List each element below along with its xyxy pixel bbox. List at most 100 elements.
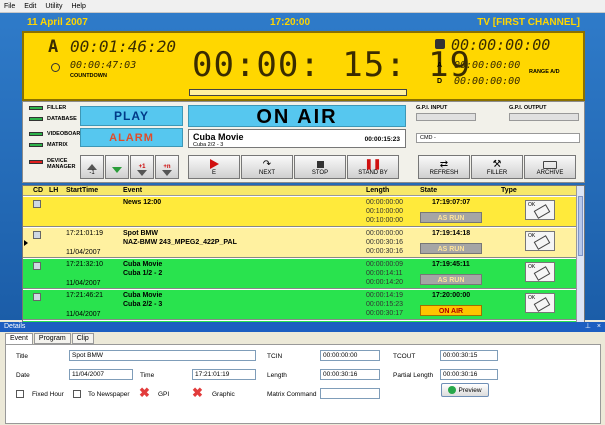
tab-event[interactable]: Event <box>5 333 33 344</box>
videoboard-indicator <box>29 132 43 136</box>
right-time: 00:00:00:00 <box>451 36 551 54</box>
row-event-sub: Cuba 2/2 - 3 <box>123 301 163 308</box>
details-tabs: Event Program Clip <box>5 333 95 344</box>
graphic-label: Graphic <box>212 391 235 398</box>
down-arrow-icon <box>137 170 147 176</box>
row-date: 11/04/2007 <box>66 249 101 256</box>
row-state: AS RUN <box>420 243 482 254</box>
header-starttime[interactable]: StartTime <box>66 187 98 194</box>
tools-icon: ⚒ <box>492 159 502 170</box>
title-label: Title <box>16 353 29 360</box>
row-state-time: 17:19:07:07 <box>432 199 471 206</box>
table-scrollbar[interactable] <box>576 186 584 322</box>
tcin-field[interactable]: 00:00:00:00 <box>320 350 380 361</box>
table-row[interactable]: News 12:00 00:00:00:00 00:10:00:00 00:10:00… <box>23 197 578 227</box>
row-event-title: Cuba Movie <box>123 292 163 299</box>
standby-button[interactable]: ❚❚ STAND BY <box>347 155 399 179</box>
refresh-button[interactable]: ⇄ REFRESH <box>418 155 470 179</box>
header-length[interactable]: Length <box>366 187 389 194</box>
main-progress <box>189 89 407 96</box>
current-time: 00:00:15:23 <box>364 136 400 143</box>
cd-icon <box>33 200 41 208</box>
matrix-command-field[interactable] <box>320 388 380 399</box>
time-field[interactable]: 17:21:01:19 <box>192 369 256 380</box>
type-ok-label: OK <box>528 295 536 301</box>
row-length-3: 00:00:30:16 <box>366 248 403 255</box>
title-field[interactable]: Spot BMW <box>69 350 256 361</box>
menu-utility[interactable]: Utility <box>45 3 62 10</box>
fixed-hour-checkbox[interactable] <box>16 390 24 398</box>
menu-file[interactable]: File <box>4 3 15 10</box>
current-sub: Cuba 2/2 - 3 <box>193 142 224 148</box>
gpi-x-icon[interactable]: ✖ <box>139 385 150 401</box>
filler-button[interactable]: ⚒ FILLER <box>471 155 523 179</box>
scroll-thumb[interactable] <box>578 196 583 256</box>
cmd-field[interactable]: CMD - <box>416 133 580 143</box>
film-icon <box>533 204 551 219</box>
plus-n-button[interactable]: +n <box>155 155 179 179</box>
current-time: 17:20:00 <box>270 16 311 28</box>
length-field[interactable]: 00:00:30:16 <box>320 369 380 380</box>
pause-icon: ❚❚ <box>364 159 382 170</box>
table-row[interactable]: 17:21:01:19 11/04/2007 Spot BMW NAZ-BMW 243… <box>23 228 578 258</box>
row-state-time: 17:19:45:11 <box>432 261 470 268</box>
row-event-title: Cuba Movie <box>123 261 163 268</box>
green-arrows-icon <box>112 167 122 173</box>
pin-icon[interactable]: ⊥ <box>585 322 591 332</box>
row-event-sub: NAZ-BMW 243_MPEG2_422P_PAL <box>123 239 237 246</box>
preview-icon <box>448 386 457 394</box>
fixed-hour-label: Fixed Hour <box>32 391 64 398</box>
cd-icon <box>33 231 41 239</box>
a2-time: 00:00:00:00 <box>454 60 521 71</box>
plus-one-button[interactable]: +1 <box>130 155 154 179</box>
row-state: AS RUN <box>420 212 482 223</box>
partial-length-field[interactable]: 00:00:30:16 <box>440 369 498 380</box>
header-cd[interactable]: CD <box>33 187 43 194</box>
tab-clip[interactable]: Clip <box>71 333 94 344</box>
date-field[interactable]: 11/04/2007 <box>69 369 133 380</box>
row-length-2: 00:00:15:23 <box>366 301 403 308</box>
type-icon[interactable]: OK <box>525 293 555 313</box>
type-icon[interactable]: OK <box>525 231 555 251</box>
header-type[interactable]: Type <box>501 187 517 194</box>
table-header: CD LH StartTime Event Length State Type <box>23 186 578 196</box>
row-date: 11/04/2007 <box>66 311 101 318</box>
filler-label: FILLER <box>47 105 67 111</box>
table-row[interactable]: 17:21:46:21 11/04/2007 Cuba Movie Cuba 2/2 … <box>23 290 578 320</box>
header-event[interactable]: Event <box>123 187 142 194</box>
header-state[interactable]: State <box>420 187 437 194</box>
table-row[interactable]: 17:21:32:10 11/04/2007 Cuba Movie Cuba 1/2 … <box>23 259 578 289</box>
playlist-table: CD LH StartTime Event Length State Type … <box>22 185 585 323</box>
menu-edit[interactable]: Edit <box>24 3 36 10</box>
close-icon[interactable]: × <box>597 322 601 332</box>
type-icon[interactable]: OK <box>525 200 555 220</box>
tcout-field[interactable]: 00:00:30:15 <box>440 350 498 361</box>
menu-help[interactable]: Help <box>71 3 85 10</box>
stop-button[interactable]: STOP <box>294 155 346 179</box>
details-header: Details ⊥ × <box>0 322 605 332</box>
main-window: 11 April 2007 17:20:00 TV [FIRST CHANNEL… <box>0 13 605 323</box>
play-label: PLAY <box>114 109 149 123</box>
graphic-x-icon[interactable]: ✖ <box>192 385 203 401</box>
tab-program[interactable]: Program <box>33 333 71 344</box>
to-newspaper-checkbox[interactable] <box>73 390 81 398</box>
type-ok-label: OK <box>528 264 536 270</box>
minus-one-button[interactable]: -1 <box>80 155 104 179</box>
film-icon <box>533 297 551 312</box>
row-length-1: 00:00:00:00 <box>366 199 403 206</box>
a-label: A <box>48 37 59 57</box>
next-icon: ↷ <box>262 159 272 170</box>
row-event-sub: Cuba 1/2 - 2 <box>123 270 163 277</box>
preview-button[interactable]: Preview <box>441 383 489 397</box>
row-length-3: 00:00:30:17 <box>366 310 403 317</box>
archive-button[interactable]: ARCHIVE <box>524 155 576 179</box>
row-date: 11/04/2007 <box>66 280 101 287</box>
next-button[interactable]: ↷ NEXT <box>241 155 293 179</box>
cmd-label: CMD - <box>420 135 436 141</box>
header-lh[interactable]: LH <box>49 187 58 194</box>
move-button[interactable] <box>105 155 129 179</box>
type-icon[interactable]: OK <box>525 262 555 282</box>
row-length-2: 00:00:14:11 <box>366 270 403 277</box>
e-button[interactable]: E <box>188 155 240 179</box>
row-state-time: 17:20:00:00 <box>432 292 471 299</box>
